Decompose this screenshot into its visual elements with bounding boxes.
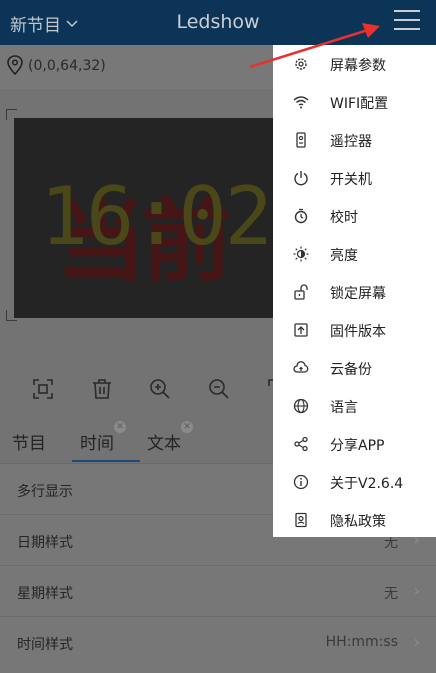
- menu-item-label: 亮度: [330, 248, 358, 264]
- menu-item-share-app[interactable]: 分享APP: [273, 425, 436, 463]
- privacy-icon: [295, 512, 307, 528]
- chevron-right-icon: ›: [413, 581, 420, 600]
- brightness-icon: [293, 246, 309, 262]
- setting-row-week-style[interactable]: 星期样式 无 ›: [0, 565, 436, 616]
- fit-screen-icon[interactable]: [31, 377, 55, 401]
- active-tab-indicator: [72, 460, 140, 462]
- menu-item-wifi[interactable]: WIFI配置: [273, 83, 436, 121]
- menu-item-lock-screen[interactable]: 锁定屏幕: [273, 273, 436, 311]
- app-title: Ledshow: [176, 11, 260, 33]
- setting-value: HH:mm:ss: [325, 634, 398, 650]
- menu-item-label: 云备份: [330, 362, 372, 378]
- menu-button[interactable]: [394, 10, 420, 32]
- globe-icon: [293, 398, 309, 414]
- share-icon: [294, 436, 308, 452]
- setting-row-time-style[interactable]: 时间样式 HH:mm:ss ›: [0, 616, 436, 673]
- menu-item-label: 固件版本: [330, 324, 386, 340]
- menu-item-label: 隐私政策: [330, 514, 386, 530]
- menu-item-cloud-backup[interactable]: 云备份: [273, 349, 436, 387]
- setting-label: 时间样式: [17, 637, 73, 653]
- lock-icon: [294, 284, 308, 300]
- menu-item-label: WIFI配置: [330, 96, 389, 112]
- menu-item-firmware[interactable]: 固件版本: [273, 311, 436, 349]
- zoom-out-icon[interactable]: [207, 377, 231, 401]
- location-pin-icon: [7, 55, 23, 75]
- menu-item-label: 语言: [330, 400, 358, 416]
- menu-item-about[interactable]: 关于V2.6.4: [273, 463, 436, 501]
- coordinate-text: (0,0,64,32): [28, 58, 106, 74]
- remote-icon: [296, 132, 306, 148]
- info-icon: [293, 474, 309, 490]
- tab-time[interactable]: 时间: [80, 429, 114, 454]
- menu-item-power[interactable]: 开关机: [273, 159, 436, 197]
- menu-item-time-sync[interactable]: 校时: [273, 197, 436, 235]
- close-icon[interactable]: ✕: [181, 421, 193, 433]
- gear-icon: [295, 58, 307, 70]
- tab-text[interactable]: 文本: [147, 429, 181, 454]
- close-icon[interactable]: ✕: [114, 421, 126, 433]
- menu-item-language[interactable]: 语言: [273, 387, 436, 425]
- menu-item-privacy-policy[interactable]: 隐私政策: [273, 501, 436, 539]
- menu-item-label: 分享APP: [330, 438, 385, 454]
- menu-item-remote[interactable]: 遥控器: [273, 121, 436, 159]
- overflow-menu: 屏幕参数 WIFI配置 遥控器 开关机 校时 亮度 锁定屏幕 固件版本 云备份 …: [273, 45, 436, 537]
- setting-value: 无: [384, 586, 398, 602]
- hamburger-icon: [394, 10, 420, 12]
- timer-icon: [294, 208, 308, 224]
- setting-label: 多行显示: [17, 484, 73, 500]
- menu-item-label: 开关机: [330, 172, 372, 188]
- setting-label: 星期样式: [17, 586, 73, 602]
- tab-program[interactable]: 节目: [12, 429, 46, 454]
- led-time-display: 16:02: [40, 170, 273, 263]
- chevron-right-icon: ›: [413, 632, 420, 651]
- power-icon: [294, 171, 308, 186]
- menu-item-label: 关于V2.6.4: [330, 476, 404, 492]
- wifi-icon: [293, 96, 309, 109]
- delete-icon[interactable]: [90, 377, 114, 401]
- menu-item-screen-params[interactable]: 屏幕参数: [273, 45, 436, 83]
- menu-item-label: 屏幕参数: [330, 58, 386, 74]
- firmware-icon: [294, 323, 308, 337]
- menu-item-label: 校时: [330, 210, 358, 226]
- menu-item-label: 锁定屏幕: [330, 286, 386, 302]
- cloud-icon: [293, 361, 309, 373]
- menu-item-brightness[interactable]: 亮度: [273, 235, 436, 273]
- setting-label: 日期样式: [17, 535, 73, 551]
- menu-item-label: 遥控器: [330, 134, 372, 150]
- zoom-in-icon[interactable]: [148, 377, 172, 401]
